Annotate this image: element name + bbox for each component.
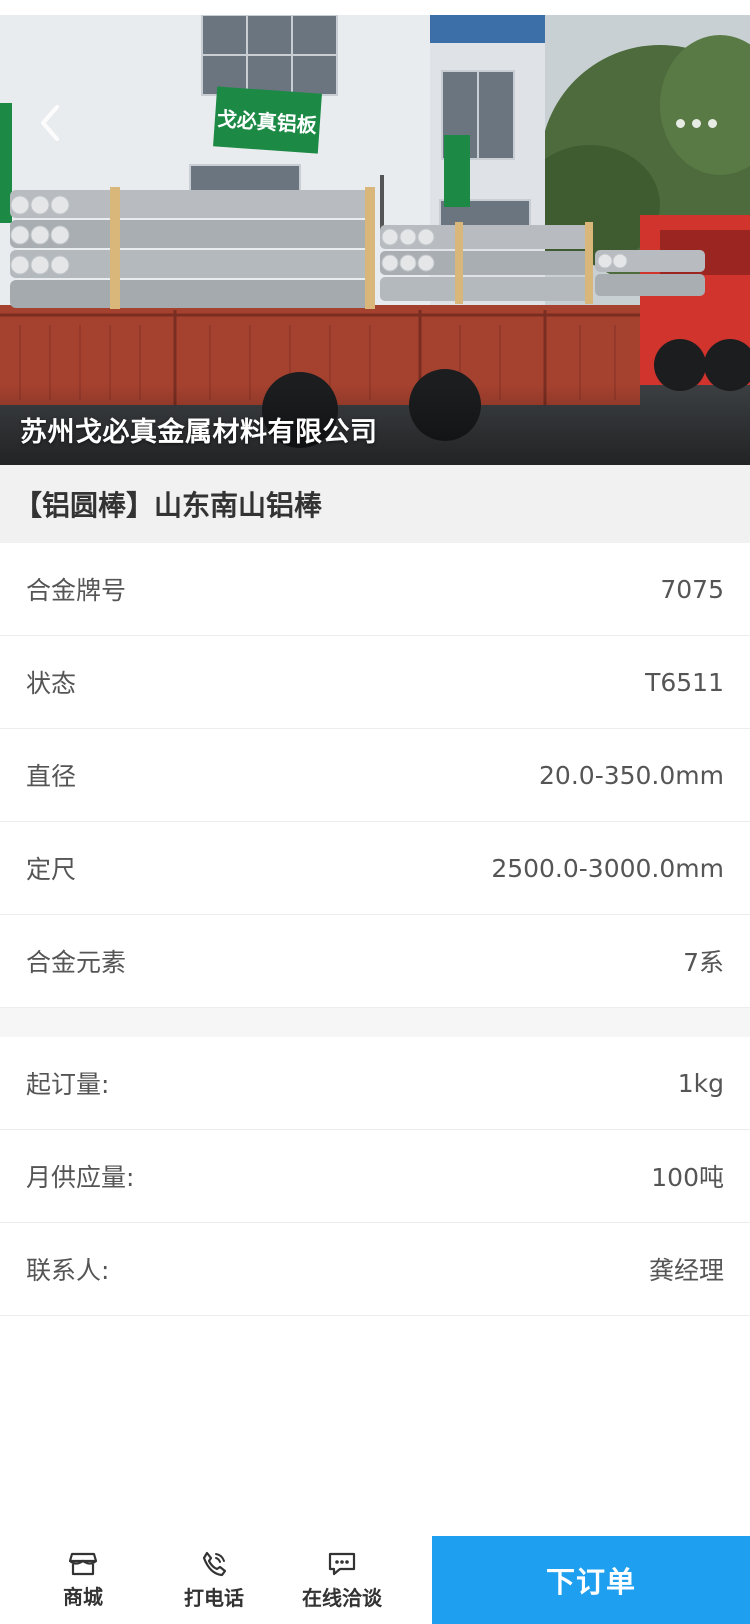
chat-icon [328,1552,356,1575]
product-detail-page: 戈必真铝板 苏州戈必真金属材料有限公司 【铝圆棒】山东南山铝棒 合金牌号 707… [0,0,750,1624]
shop-label: 商城 [63,1584,103,1609]
term-label: 月供应量: [26,1163,135,1192]
term-value: 100吨 [651,1163,724,1192]
spec-label: 合金牌号 [26,576,127,605]
call-label: 打电话 [184,1585,244,1610]
product-photo[interactable]: 戈必真铝板 苏州戈必真金属材料有限公司 [0,15,750,465]
phone-icon [202,1551,227,1576]
spec-value: 7075 [660,574,724,604]
terms-list: 起订量: 1kg 月供应量: 100吨 联系人: 龚经理 [0,1037,750,1316]
company-name: 苏州戈必真金属材料有限公司 [20,417,378,448]
bottom-action-bar: 商城 打电话 在线洽谈 下订单 [0,1536,750,1624]
term-label: 起订量: [26,1070,110,1099]
section-divider [0,1008,750,1038]
place-order-label: 下订单 [545,1565,636,1599]
spec-row-alloy-grade: 合金牌号 7075 [0,543,750,636]
spec-value: 2500.0-3000.0mm [491,853,724,883]
spec-value: T6511 [645,667,724,697]
place-order-button[interactable]: 下订单 [432,1536,750,1624]
call-tab[interactable]: 打电话 [150,1536,278,1624]
term-row-min-order: 起订量: 1kg [0,1037,750,1130]
spec-value: 7系 [683,948,724,977]
shop-tab[interactable]: 商城 [0,1536,150,1624]
warehouse-truck-photo: 戈必真铝板 [0,15,750,465]
more-dot [675,118,685,128]
spec-row-diameter: 直径 20.0-350.0mm [0,729,750,822]
term-label: 联系人: [26,1256,110,1285]
store-icon [68,1552,98,1575]
product-title: 【铝圆棒】山东南山铝棒 [14,489,323,522]
spec-label: 定尺 [26,855,77,884]
back-button[interactable] [30,93,70,153]
product-title-bar: 【铝圆棒】山东南山铝棒 [0,465,750,543]
spec-label: 直径 [26,762,77,791]
chat-tab[interactable]: 在线洽谈 [278,1536,406,1624]
term-value: 龚经理 [648,1256,724,1285]
term-row-monthly-supply: 月供应量: 100吨 [0,1130,750,1223]
term-value: 1kg [677,1068,724,1098]
more-dot [707,118,717,128]
spec-list: 合金牌号 7075 状态 T6511 直径 20.0-350.0mm 定尺 25… [0,543,750,1008]
spec-row-length: 定尺 2500.0-3000.0mm [0,822,750,915]
term-row-contact: 联系人: 龚经理 [0,1223,750,1316]
more-dot [691,118,701,128]
chat-label: 在线洽谈 [302,1585,382,1610]
spec-label: 状态 [26,669,77,698]
spec-row-temper: 状态 T6511 [0,636,750,729]
spec-label: 合金元素 [26,948,127,977]
chevron-left-icon [41,105,59,141]
spec-value: 20.0-350.0mm [539,760,724,790]
more-button[interactable] [664,103,728,143]
spec-row-alloy-series: 合金元素 7系 [0,915,750,1008]
